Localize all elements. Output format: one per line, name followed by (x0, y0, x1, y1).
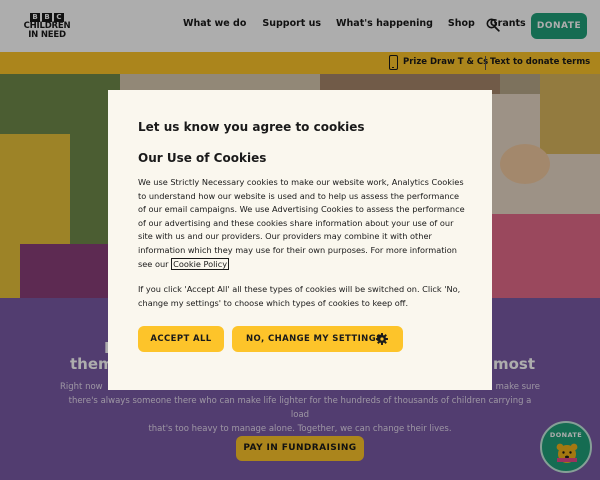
gear-icon (376, 333, 388, 345)
change-settings-button[interactable]: NO, CHANGE MY SETTINGS (232, 326, 403, 352)
dialog-body: We use Strictly Necessary cookies to mak… (138, 176, 468, 271)
cookie-consent-dialog: Let us know you agree to cookies Our Use… (108, 90, 492, 390)
dialog-body-2: If you click 'Accept All' all these type… (138, 284, 461, 308)
change-settings-label: NO, CHANGE MY SETTINGS (246, 334, 383, 344)
dialog-subtitle: Our Use of Cookies (138, 151, 267, 165)
dialog-title: Let us know you agree to cookies (138, 120, 365, 134)
dialog-body-text: We use Strictly Necessary cookies to mak… (138, 177, 465, 269)
accept-all-button[interactable]: ACCEPT ALL (138, 326, 224, 352)
cookie-policy-link[interactable]: Cookie Policy (171, 257, 230, 270)
